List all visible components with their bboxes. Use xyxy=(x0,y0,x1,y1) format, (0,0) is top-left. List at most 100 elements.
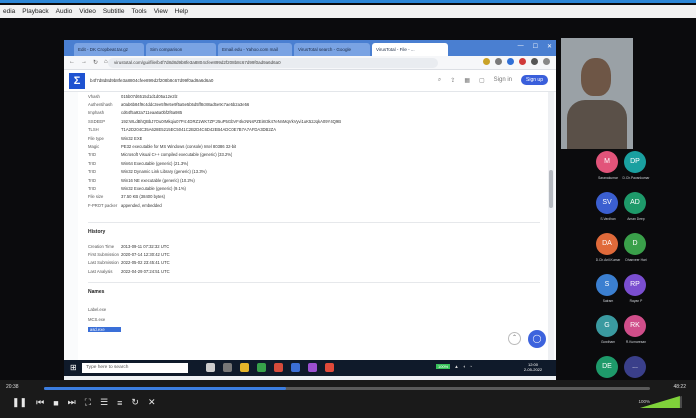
url-input[interactable]: virustotal.com/gui/file/b4f7d8d8d9b8fe3a… xyxy=(108,58,438,68)
property-value[interactable]: 192:WLdBhQBbJ7Ou0rMkqiu07P4:4DRZ1WK7ZP:z… xyxy=(121,119,341,124)
app-icon[interactable] xyxy=(274,363,283,372)
browser-tab[interactable]: Sim comparison xyxy=(146,43,216,56)
extension-icon[interactable] xyxy=(483,58,490,65)
address-bar: ← → ↻ ⌂ virustotal.com/gui/file/b4f7d8d8… xyxy=(64,56,556,70)
next-icon[interactable]: ⏭ xyxy=(68,397,76,408)
property-value[interactable]: Win64 Executable (generic) (21.3%) xyxy=(121,161,188,166)
wifi-icon[interactable]: ◔ xyxy=(469,364,472,369)
playlist-icon[interactable]: ≡ xyxy=(117,398,122,408)
property-row: Label.exe xyxy=(88,304,388,314)
battery-indicator[interactable]: 100% xyxy=(436,364,451,369)
history-list: Creation Time 2013-09-11 07:32:32 UTC Firs… xyxy=(88,242,388,276)
stop-icon[interactable]: ■ xyxy=(53,398,58,408)
page-scrollbar[interactable] xyxy=(548,92,554,360)
taskbar-apps xyxy=(206,363,334,372)
property-value[interactable]: 015b07d6515d1d1d05a12e2lz xyxy=(121,94,178,99)
menu-item[interactable]: View xyxy=(154,8,168,15)
property-value[interactable]: Microsoft Visual C++ compiled executable… xyxy=(121,152,232,157)
menu-item[interactable]: Subtitle xyxy=(103,8,125,15)
browser-tab[interactable]: Edit - DK Cropbeat.tar.gz xyxy=(74,43,144,56)
menu-item[interactable]: Audio xyxy=(56,8,73,15)
minimize-icon[interactable]: — xyxy=(518,43,524,50)
close-icon[interactable]: ✕ xyxy=(547,43,552,50)
seek-progress[interactable] xyxy=(44,387,287,390)
property-value[interactable]: 2022-05-02 23:45:41 UTC xyxy=(121,260,170,265)
virustotal-logo-icon[interactable]: Σ xyxy=(69,73,85,89)
taskbar-search[interactable]: Type here to search xyxy=(82,363,188,373)
property-value[interactable]: 2013-09-11 07:32:32 UTC xyxy=(121,244,169,249)
property-value[interactable]: 37.50 KB (38400 bytes) xyxy=(121,194,165,199)
app-icon[interactable] xyxy=(308,363,317,372)
property-value[interactable]: a0ab6b84f9c4ddc3ee5f9e5e9f5a5e5b5d5ff8c8… xyxy=(121,102,249,107)
property-value[interactable]: PE32 executable for MS Windows (console)… xyxy=(121,144,236,149)
browser-tab-active[interactable]: VirusTotal - File - ... xyxy=(372,43,448,56)
property-row: TrID Win16 NE executable (generic) (10.2%… xyxy=(88,176,528,184)
app-icon[interactable] xyxy=(223,363,232,372)
property-value[interactable]: T1A2D204C35A628E5215EC5041C2B2D4C6D42EB4… xyxy=(121,127,276,132)
extension-icon[interactable] xyxy=(495,58,502,65)
windows-start-icon[interactable]: ⊞ xyxy=(70,363,77,372)
reload-icon[interactable]: ↻ xyxy=(93,59,98,66)
chrome-icon[interactable] xyxy=(325,363,334,372)
property-value[interactable]: 2020-07-14 12:30:42 UTC xyxy=(121,252,170,257)
total-time: 48:22 xyxy=(673,384,686,390)
menu-item[interactable]: Video xyxy=(79,8,96,15)
property-value[interactable]: Win32 Dynamic Link Library (generic) (13… xyxy=(121,169,207,174)
extension-icon[interactable] xyxy=(507,58,514,65)
loop-icon[interactable]: ↻ xyxy=(131,397,139,408)
menu-item[interactable]: Help xyxy=(175,8,188,15)
property-value[interactable]: Win32 Executable (generic) (9.1%) xyxy=(121,186,186,191)
forward-icon[interactable]: → xyxy=(81,59,87,66)
extension-icons xyxy=(483,58,550,65)
participant-tile[interactable]: DP D.Ch.Pavankumar xyxy=(618,149,654,187)
chat-bubble-button[interactable]: ◯ xyxy=(528,330,546,348)
scroll-top-button[interactable]: ⌃ xyxy=(508,332,521,345)
sign-in-link[interactable]: Sign in xyxy=(494,77,512,83)
extension-icon[interactable] xyxy=(519,58,526,65)
property-value[interactable]: 2022-04-29 07:24:51 UTC xyxy=(121,269,170,274)
chat-icon[interactable]: ▢ xyxy=(479,77,485,84)
property-key: File size xyxy=(88,194,104,200)
participant-name: R.Kumaresan xyxy=(625,340,647,344)
browser-tab[interactable]: VirusTotal search - Google xyxy=(294,43,370,56)
volume-tray-icon[interactable]: ◖ xyxy=(463,364,466,369)
video-area: Edit - DK Cropbeat.tar.gz Sim comparison… xyxy=(0,18,696,386)
browser-tab[interactable]: Email.edu - Yahoo.com mail xyxy=(218,43,292,56)
app-icon[interactable] xyxy=(291,363,300,372)
participant-tile[interactable]: D Dhanveer Hari xyxy=(618,231,654,269)
participant-avatar: RP xyxy=(624,274,646,296)
menu-item[interactable]: Playback xyxy=(22,8,48,15)
shuffle-icon[interactable]: ✕ xyxy=(148,397,156,408)
extended-settings-icon[interactable]: ☰ xyxy=(100,397,108,408)
property-row: Imphash cd64f5a92a711eaa6a0bf2f6a985 xyxy=(88,109,528,117)
task-view-icon[interactable] xyxy=(206,363,215,372)
vt-search-input[interactable]: b4f7d8d8d9b8fe3a8804cfee899d2f208b8c67d9… xyxy=(90,75,420,87)
network-icon[interactable]: ▲ xyxy=(454,364,458,369)
back-icon[interactable]: ← xyxy=(69,59,75,66)
participant-tile[interactable]: AD Aman Deep xyxy=(618,190,654,228)
property-value[interactable]: Win16 NE executable (generic) (10.2%) xyxy=(121,178,195,183)
participant-name: Dhanveer Hari xyxy=(625,258,647,262)
search-icon[interactable]: ⌕ xyxy=(438,77,441,84)
participant-tile[interactable]: RP Rayan P xyxy=(618,272,654,310)
previous-icon[interactable]: ⏮ xyxy=(36,397,44,408)
grid-icon[interactable]: ▦ xyxy=(464,77,470,84)
property-value[interactable]: appended, embedded xyxy=(121,203,162,208)
fullscreen-icon[interactable]: ⛶ xyxy=(85,397,91,408)
menu-item[interactable]: edia xyxy=(3,8,15,15)
scrollbar-thumb[interactable] xyxy=(549,170,553,208)
sign-up-button[interactable]: Sign up xyxy=(521,75,548,85)
profile-icon[interactable] xyxy=(531,58,538,65)
menu-icon[interactable] xyxy=(543,58,550,65)
file-explorer-icon[interactable] xyxy=(240,363,249,372)
pause-icon[interactable]: ❚❚ xyxy=(12,397,27,408)
upload-icon[interactable]: ⇪ xyxy=(450,77,455,84)
property-value[interactable]: Win32 EXE xyxy=(121,136,142,141)
volume-slider[interactable] xyxy=(640,396,682,408)
participant-tile[interactable]: RK R.Kumaresan xyxy=(618,313,654,351)
property-value[interactable]: cd64f5a92a711eaa6a0bf2f6a985 xyxy=(121,110,182,115)
menu-item[interactable]: Tools xyxy=(132,8,147,15)
app-icon[interactable] xyxy=(257,363,266,372)
taskbar-clock[interactable]: 12:00 2-05-2022 xyxy=(516,362,550,372)
maximize-icon[interactable]: ☐ xyxy=(533,43,538,50)
